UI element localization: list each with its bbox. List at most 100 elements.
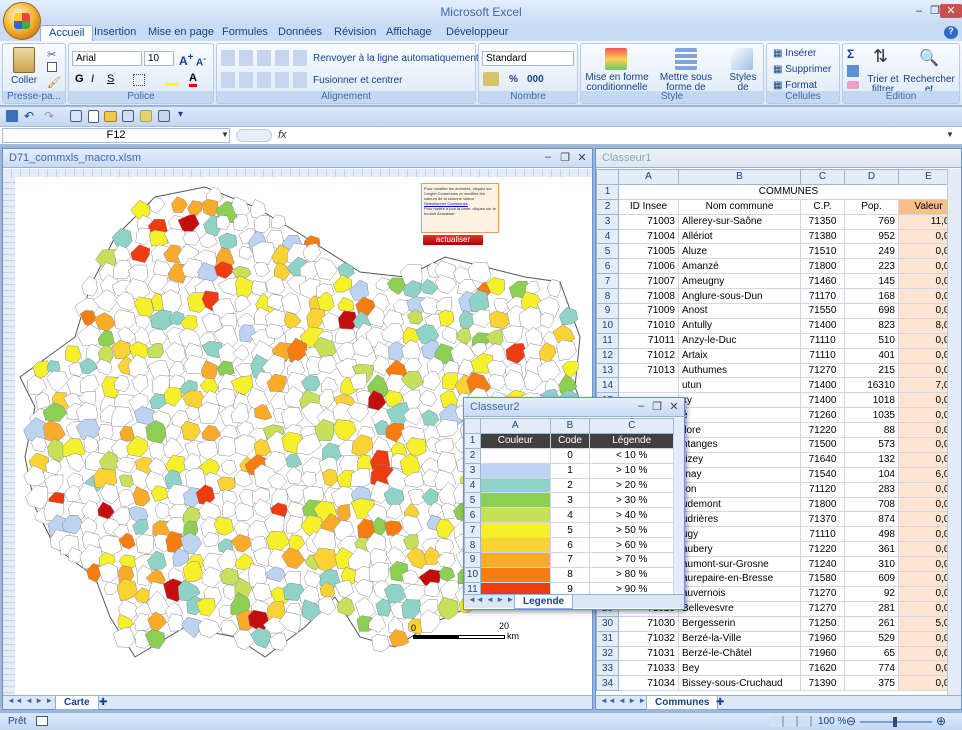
legend-restore-icon[interactable]: ❐ bbox=[650, 400, 664, 414]
cell-population[interactable]: 88 bbox=[844, 422, 899, 439]
cell-nom-commune[interactable]: aubery bbox=[678, 541, 801, 558]
macro-record-icon[interactable] bbox=[36, 716, 48, 726]
communes-insert-sheet-icon[interactable]: ✚ bbox=[716, 697, 724, 708]
name-box[interactable]: F12 bbox=[2, 128, 230, 143]
tab-revision[interactable]: Révision bbox=[326, 25, 384, 41]
insert-function-button[interactable]: fx bbox=[278, 129, 292, 141]
cell-code-postal[interactable]: 71620 bbox=[800, 660, 845, 677]
cell-population[interactable]: 498 bbox=[844, 526, 899, 543]
formula-input[interactable] bbox=[296, 129, 936, 143]
cell-code-postal[interactable]: 71540 bbox=[800, 466, 845, 483]
cell-nom-commune[interactable]: llore bbox=[678, 422, 801, 439]
cell-code-postal[interactable]: 71400 bbox=[800, 392, 845, 409]
legend-color-swatch[interactable] bbox=[479, 581, 551, 594]
cell-code-postal[interactable]: 71250 bbox=[800, 615, 845, 632]
cell-id-insee[interactable]: 71030 bbox=[618, 615, 679, 632]
legend-code[interactable]: 2 bbox=[549, 477, 591, 494]
cell-code-postal[interactable]: 71350 bbox=[800, 213, 845, 230]
cell-code-postal[interactable]: 71380 bbox=[800, 228, 845, 245]
cell-code-postal[interactable]: 71550 bbox=[800, 303, 845, 319]
column-label[interactable]: Nom commune bbox=[678, 198, 801, 215]
tab-mise-en-page[interactable]: Mise en page bbox=[140, 25, 222, 41]
cell-population[interactable]: 104 bbox=[844, 466, 899, 483]
legend-label[interactable]: > 60 % bbox=[589, 537, 674, 554]
cell-population[interactable]: 65 bbox=[844, 645, 899, 662]
legend-header-cell[interactable]: Légende bbox=[589, 432, 674, 449]
cell-nom-commune[interactable]: Berzé-la-Ville bbox=[678, 630, 801, 647]
undo-icon[interactable]: ↶ bbox=[24, 109, 34, 123]
legend-label[interactable]: < 10 % bbox=[589, 447, 674, 464]
conditional-format-icon[interactable] bbox=[605, 48, 627, 70]
cell-population[interactable]: 168 bbox=[844, 288, 899, 305]
cell-population[interactable]: 529 bbox=[844, 630, 899, 647]
vertical-align-icons[interactable] bbox=[221, 50, 307, 66]
name-box-dropdown-icon[interactable]: ▼ bbox=[221, 130, 229, 139]
shrink-font-icon[interactable]: A- bbox=[196, 53, 206, 68]
customize-qat-icon[interactable]: ▾ bbox=[178, 109, 183, 120]
delete-button[interactable]: ▦ Supprimer bbox=[773, 64, 831, 75]
legend-color-swatch[interactable] bbox=[479, 552, 551, 568]
fill-color-icon[interactable] bbox=[165, 74, 179, 86]
redo-icon[interactable]: ↷ bbox=[44, 109, 54, 123]
communes-title[interactable]: COMMUNES bbox=[618, 183, 959, 200]
tab-insertion[interactable]: Insertion bbox=[86, 25, 144, 41]
column-header[interactable]: B bbox=[678, 169, 801, 185]
cell-population[interactable]: 215 bbox=[844, 362, 899, 379]
fill-icon[interactable] bbox=[847, 65, 859, 77]
cell-id-insee[interactable]: 71011 bbox=[618, 332, 679, 349]
cell-id-insee[interactable]: 71032 bbox=[618, 630, 679, 647]
cell-id-insee[interactable]: 71006 bbox=[618, 258, 679, 275]
legend-column-header[interactable]: B bbox=[549, 418, 591, 434]
tab-donnees[interactable]: Données bbox=[270, 25, 330, 41]
cell-code-postal[interactable]: 71260 bbox=[800, 407, 845, 424]
cell-nom-commune[interactable]: udemont bbox=[678, 496, 801, 513]
column-label[interactable]: C.P. bbox=[800, 198, 845, 215]
legend-color-swatch[interactable] bbox=[479, 507, 551, 524]
font-size-select[interactable]: 10 bbox=[144, 51, 174, 66]
refresh-button[interactable]: actualiser bbox=[423, 235, 483, 245]
tab-formules[interactable]: Formules bbox=[214, 25, 276, 41]
cell-nom-commune[interactable]: Bey bbox=[678, 660, 801, 677]
commune-area[interactable] bbox=[371, 633, 390, 653]
thousands-button[interactable]: 000 bbox=[527, 74, 544, 85]
legend-color-swatch[interactable] bbox=[479, 462, 551, 479]
office-button[interactable] bbox=[3, 2, 41, 40]
expand-formula-icon[interactable]: ▼ bbox=[946, 130, 954, 139]
cell-code-postal[interactable]: 71270 bbox=[800, 585, 845, 602]
cell-code-postal[interactable]: 71400 bbox=[800, 377, 845, 394]
cell-code-postal[interactable]: 71120 bbox=[800, 481, 845, 498]
cell-nom-commune[interactable]: utun bbox=[678, 377, 801, 394]
legend-code[interactable]: 4 bbox=[549, 507, 591, 524]
cell-nom-commune[interactable]: Bissey-sous-Cruchaud bbox=[678, 675, 801, 692]
cell-nom-commune[interactable]: Anglure-sous-Dun bbox=[678, 288, 801, 305]
legend-code[interactable]: 6 bbox=[549, 537, 591, 554]
legend-code[interactable]: 1 bbox=[549, 462, 591, 479]
clear-icon[interactable] bbox=[847, 81, 859, 89]
cell-id-insee[interactable]: 71010 bbox=[618, 317, 679, 334]
cell-id-insee[interactable]: 71009 bbox=[618, 303, 679, 319]
cell-nom-commune[interactable]: Artaix bbox=[678, 347, 801, 364]
column-header[interactable]: A bbox=[618, 169, 679, 185]
cell-nom-commune[interactable]: aumont-sur-Grosne bbox=[678, 556, 801, 573]
legend-header-cell[interactable]: Code bbox=[549, 432, 591, 449]
cell-population[interactable]: 145 bbox=[844, 273, 899, 290]
cell-id-insee[interactable]: 71003 bbox=[618, 213, 679, 230]
merge-center-button[interactable]: Fusionner et centrer bbox=[313, 75, 403, 86]
column-header[interactable]: D bbox=[844, 169, 899, 185]
legend-code[interactable]: 8 bbox=[549, 566, 591, 583]
legend-label[interactable]: > 30 % bbox=[589, 492, 674, 509]
cell-population[interactable]: 401 bbox=[844, 347, 899, 364]
cell-code-postal[interactable]: 71220 bbox=[800, 541, 845, 558]
cell-code-postal[interactable]: 71110 bbox=[800, 332, 845, 349]
cell-population[interactable]: 1018 bbox=[844, 392, 899, 409]
font-name-select[interactable]: Arial bbox=[72, 51, 142, 66]
cell-population[interactable]: 774 bbox=[844, 660, 899, 677]
legend-code[interactable]: 3 bbox=[549, 492, 591, 509]
sheet-tab-legende[interactable]: Legende bbox=[514, 595, 574, 609]
close-icon[interactable]: ✕ bbox=[940, 4, 962, 18]
format-button[interactable]: ▦ Format bbox=[773, 80, 817, 91]
legend-code[interactable]: 7 bbox=[549, 552, 591, 568]
cell-id-insee[interactable]: 71012 bbox=[618, 347, 679, 364]
cell-code-postal[interactable]: 71240 bbox=[800, 556, 845, 573]
chart-icon[interactable] bbox=[158, 110, 170, 122]
